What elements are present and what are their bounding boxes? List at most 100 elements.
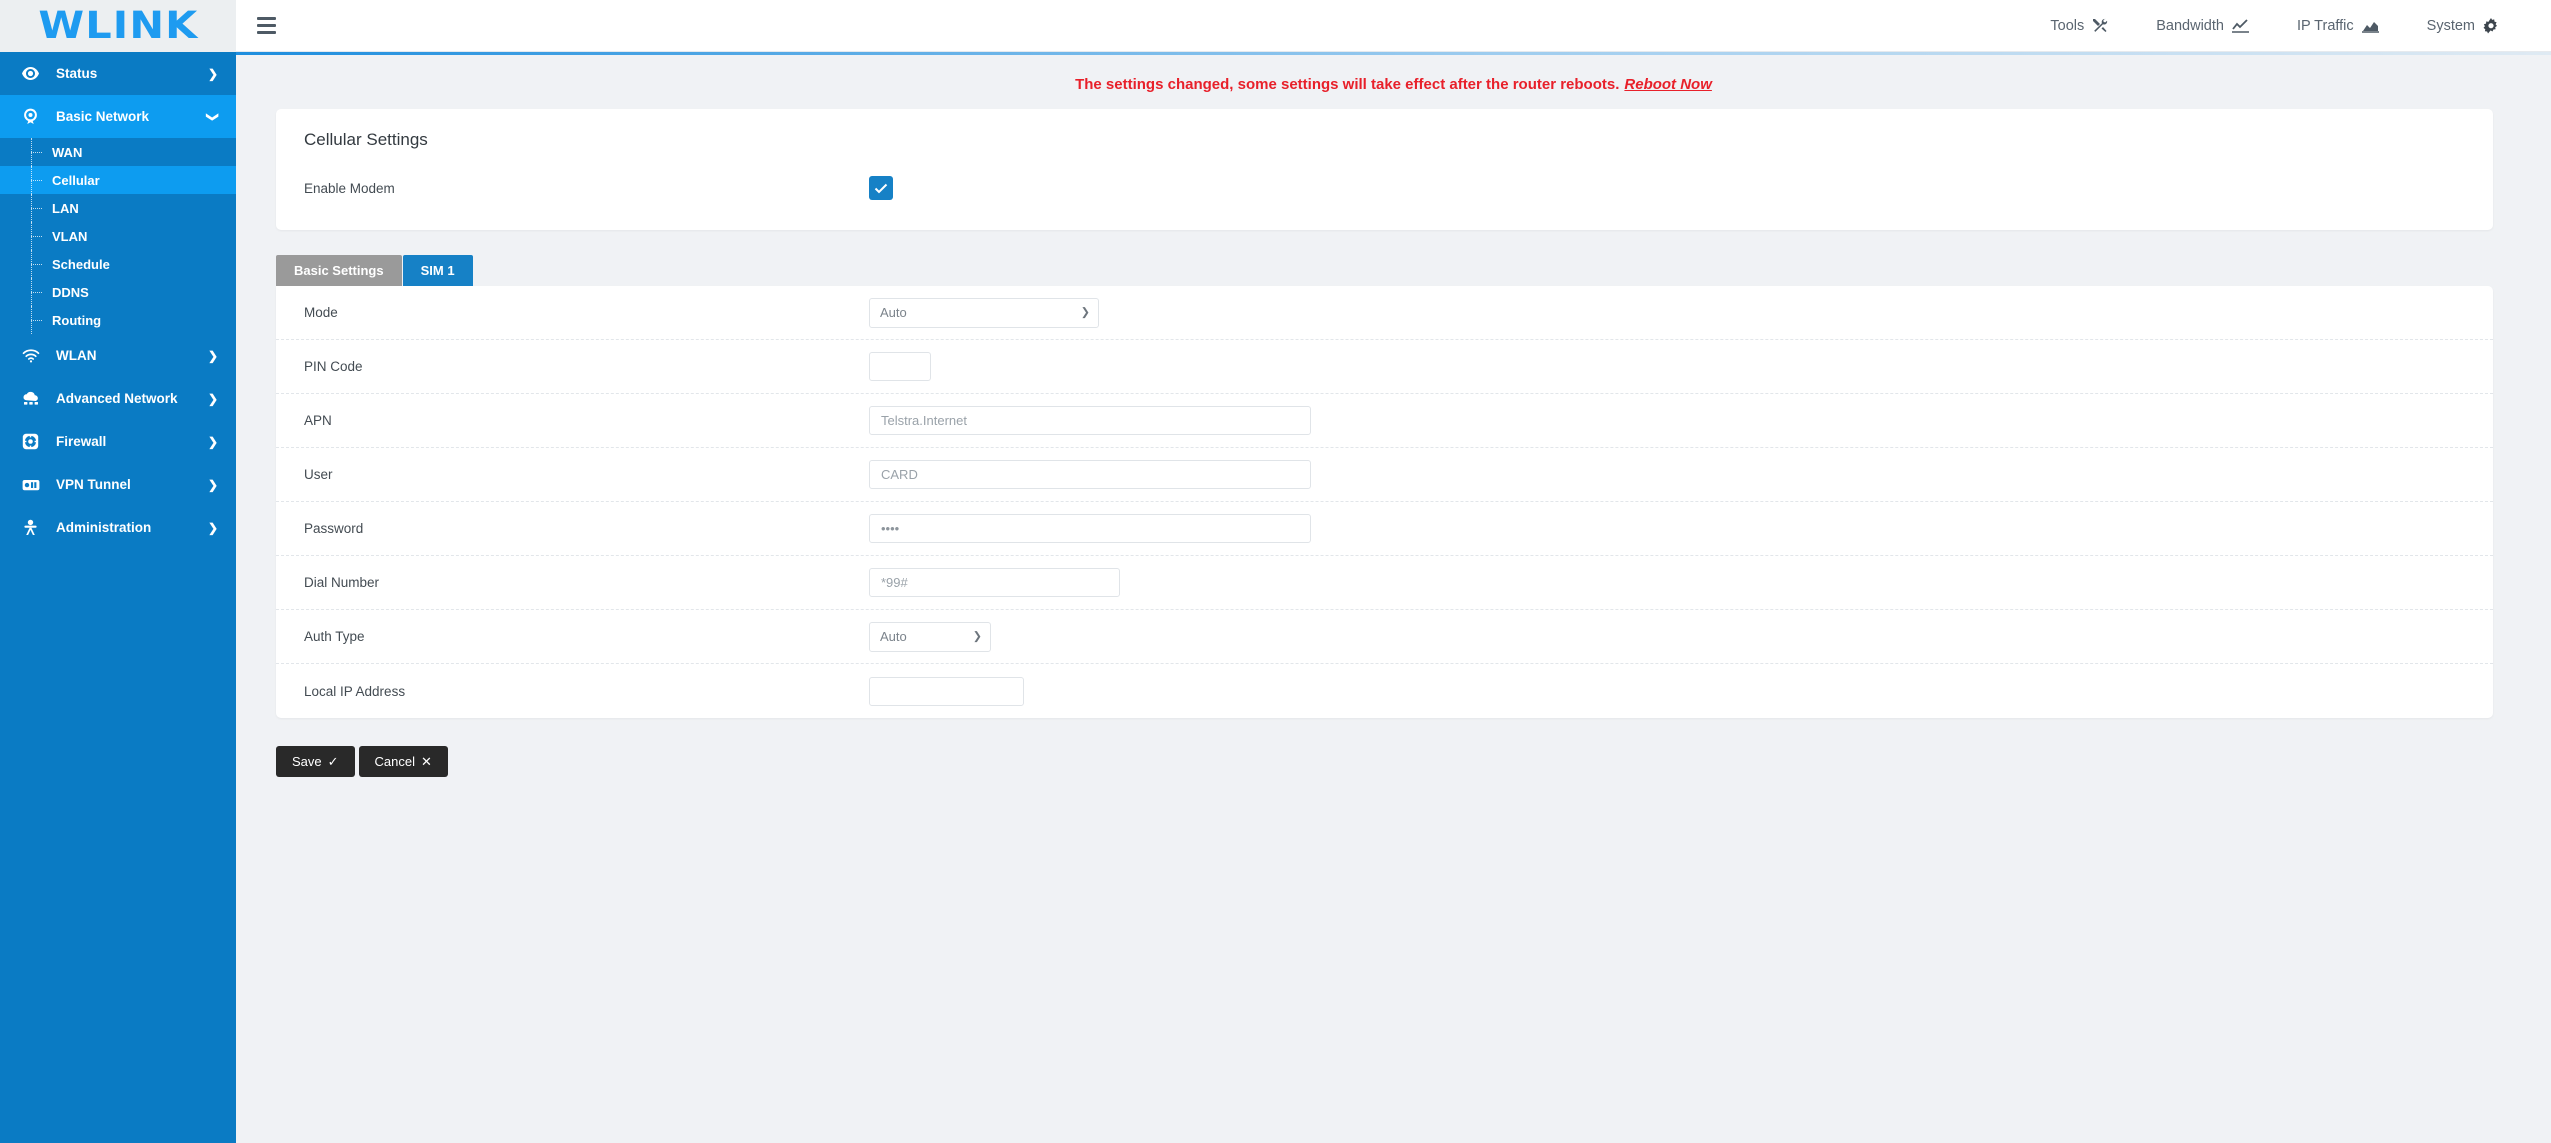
local-ip-wrap xyxy=(869,676,1024,706)
label-password: Password xyxy=(304,521,364,536)
sidebar-item-wlan[interactable]: WLAN xyxy=(0,334,236,377)
local-ip-address-input[interactable] xyxy=(869,676,1024,706)
nav-item-system[interactable]: System xyxy=(2403,0,2523,52)
hamburger-bar xyxy=(256,31,276,34)
sidebar-subitem-schedule[interactable]: Schedule xyxy=(0,250,236,278)
form-row-local-ip-address: Local IP Address xyxy=(276,664,2493,718)
shield-icon xyxy=(22,433,48,450)
sidebar: Status Basic Network WAN Cellular LAN VL… xyxy=(0,52,236,1143)
sidebar-label-status: Status xyxy=(56,66,98,81)
apn-input[interactable] xyxy=(869,406,1311,435)
check-icon xyxy=(874,183,888,193)
enable-modem-checkbox[interactable] xyxy=(869,176,893,200)
sidebar-item-basic-network[interactable]: Basic Network xyxy=(0,95,236,138)
chevron-right-icon xyxy=(208,522,218,534)
label-dial-number: Dial Number xyxy=(304,575,380,590)
form-row-mode: Mode Auto ❯ xyxy=(276,286,2493,340)
eye-icon xyxy=(22,67,48,80)
user-input[interactable] xyxy=(869,460,1311,489)
nav-label-bandwidth: Bandwidth xyxy=(2156,17,2224,34)
form-row-apn: APN xyxy=(276,394,2493,448)
sidebar-subitem-cellular[interactable]: Cellular xyxy=(0,166,236,194)
sidebar-item-status[interactable]: Status xyxy=(0,52,236,95)
top-header: WLINK Tools Bandwidth IP Traffic System xyxy=(0,0,2551,52)
sidebar-label-administration: Administration xyxy=(56,520,152,535)
close-icon: ✕ xyxy=(421,754,432,769)
pin-code-input[interactable] xyxy=(869,352,931,381)
nav-label-system: System xyxy=(2426,17,2475,34)
brand-logo: WLINK xyxy=(38,4,198,47)
mode-select[interactable]: Auto xyxy=(869,297,1099,328)
enable-modem-row: Enable Modem xyxy=(276,150,2493,230)
sim1-form: Mode Auto ❯ PIN Code APN User xyxy=(276,286,2493,718)
chevron-right-icon xyxy=(208,393,218,405)
label-mode: Mode xyxy=(304,305,338,320)
sidebar-sublabel-cellular: Cellular xyxy=(52,172,100,188)
tab-label-basic-settings: Basic Settings xyxy=(294,263,384,278)
mode-select-wrap: Auto ❯ xyxy=(869,297,1099,328)
tab-basic-settings[interactable]: Basic Settings xyxy=(276,255,402,286)
nav-item-bandwidth[interactable]: Bandwidth xyxy=(2132,0,2273,52)
sidebar-label-vpn-tunnel: VPN Tunnel xyxy=(56,477,131,492)
admin-icon xyxy=(22,519,48,536)
dial-number-input[interactable] xyxy=(869,568,1120,597)
auth-type-select-wrap: Auto ❯ xyxy=(869,621,991,652)
cancel-button[interactable]: Cancel ✕ xyxy=(358,746,448,777)
sidebar-subitem-vlan[interactable]: VLAN xyxy=(0,222,236,250)
form-actions: Save ✓ Cancel ✕ xyxy=(276,746,2551,777)
password-input[interactable] xyxy=(869,514,1311,543)
form-row-auth-type: Auth Type Auto ❯ xyxy=(276,610,2493,664)
label-auth-type: Auth Type xyxy=(304,629,365,644)
sidebar-sublabel-lan: LAN xyxy=(52,200,79,216)
sidebar-subitem-routing[interactable]: Routing xyxy=(0,306,236,334)
sidebar-item-firewall[interactable]: Firewall xyxy=(0,420,236,463)
reboot-banner: The settings changed, some settings will… xyxy=(236,55,2551,109)
sidebar-subitem-ddns[interactable]: DDNS xyxy=(0,278,236,306)
form-row-password: Password xyxy=(276,502,2493,556)
nav-item-tools[interactable]: Tools xyxy=(2026,0,2132,52)
user-wrap xyxy=(869,460,1311,489)
enable-modem-label: Enable Modem xyxy=(304,180,395,196)
settings-tabs: Basic Settings SIM 1 xyxy=(276,255,2551,286)
header-nav: Tools Bandwidth IP Traffic System xyxy=(2026,0,2551,52)
form-row-user: User xyxy=(276,448,2493,502)
hamburger-bar xyxy=(256,17,276,20)
form-row-pin-code: PIN Code xyxy=(276,340,2493,394)
label-apn: APN xyxy=(304,413,332,428)
reboot-now-link[interactable]: Reboot Now xyxy=(1624,76,1712,93)
save-button[interactable]: Save ✓ xyxy=(276,746,355,777)
sidebar-sublabel-schedule: Schedule xyxy=(52,256,110,272)
nav-item-ip-traffic[interactable]: IP Traffic xyxy=(2273,0,2403,52)
header-accent-bar xyxy=(236,52,2551,55)
sidebar-sublabel-routing: Routing xyxy=(52,312,102,328)
cloud-net-icon xyxy=(22,391,48,406)
sidebar-subitem-lan[interactable]: LAN xyxy=(0,194,236,222)
pin-code-wrap xyxy=(869,352,931,381)
tunnel-icon xyxy=(22,478,48,492)
tab-sim-1[interactable]: SIM 1 xyxy=(402,255,473,286)
basic-network-submenu: WAN Cellular LAN VLAN Schedule DDNS Rout… xyxy=(0,138,236,334)
sidebar-item-vpn-tunnel[interactable]: VPN Tunnel xyxy=(0,463,236,506)
cancel-button-label: Cancel xyxy=(374,754,416,769)
menu-toggle-button[interactable] xyxy=(240,0,292,52)
sidebar-item-administration[interactable]: Administration xyxy=(0,506,236,549)
auth-type-select[interactable]: Auto xyxy=(869,621,991,652)
reboot-banner-message: The settings changed, some settings will… xyxy=(1075,76,1620,93)
wifi-icon xyxy=(22,348,48,363)
hamburger-bar xyxy=(256,24,276,27)
sidebar-sublabel-wan: WAN xyxy=(52,144,83,160)
cellular-settings-card: Cellular Settings Enable Modem xyxy=(276,109,2493,230)
label-local-ip-address: Local IP Address xyxy=(304,683,406,699)
password-wrap xyxy=(869,514,1311,543)
chevron-right-icon xyxy=(208,68,218,80)
sidebar-item-advanced-network[interactable]: Advanced Network xyxy=(0,377,236,420)
gear-icon xyxy=(2483,17,2499,34)
sidebar-sublabel-ddns: DDNS xyxy=(52,284,89,300)
sidebar-subitem-wan[interactable]: WAN xyxy=(0,138,236,166)
nav-label-tools: Tools xyxy=(2050,17,2085,34)
sidebar-sublabel-vlan: VLAN xyxy=(52,228,88,244)
chart-area-icon xyxy=(2361,19,2379,33)
chevron-right-icon xyxy=(208,350,218,362)
sidebar-label-wlan: WLAN xyxy=(56,348,97,363)
page-title: Cellular Settings xyxy=(304,130,428,149)
